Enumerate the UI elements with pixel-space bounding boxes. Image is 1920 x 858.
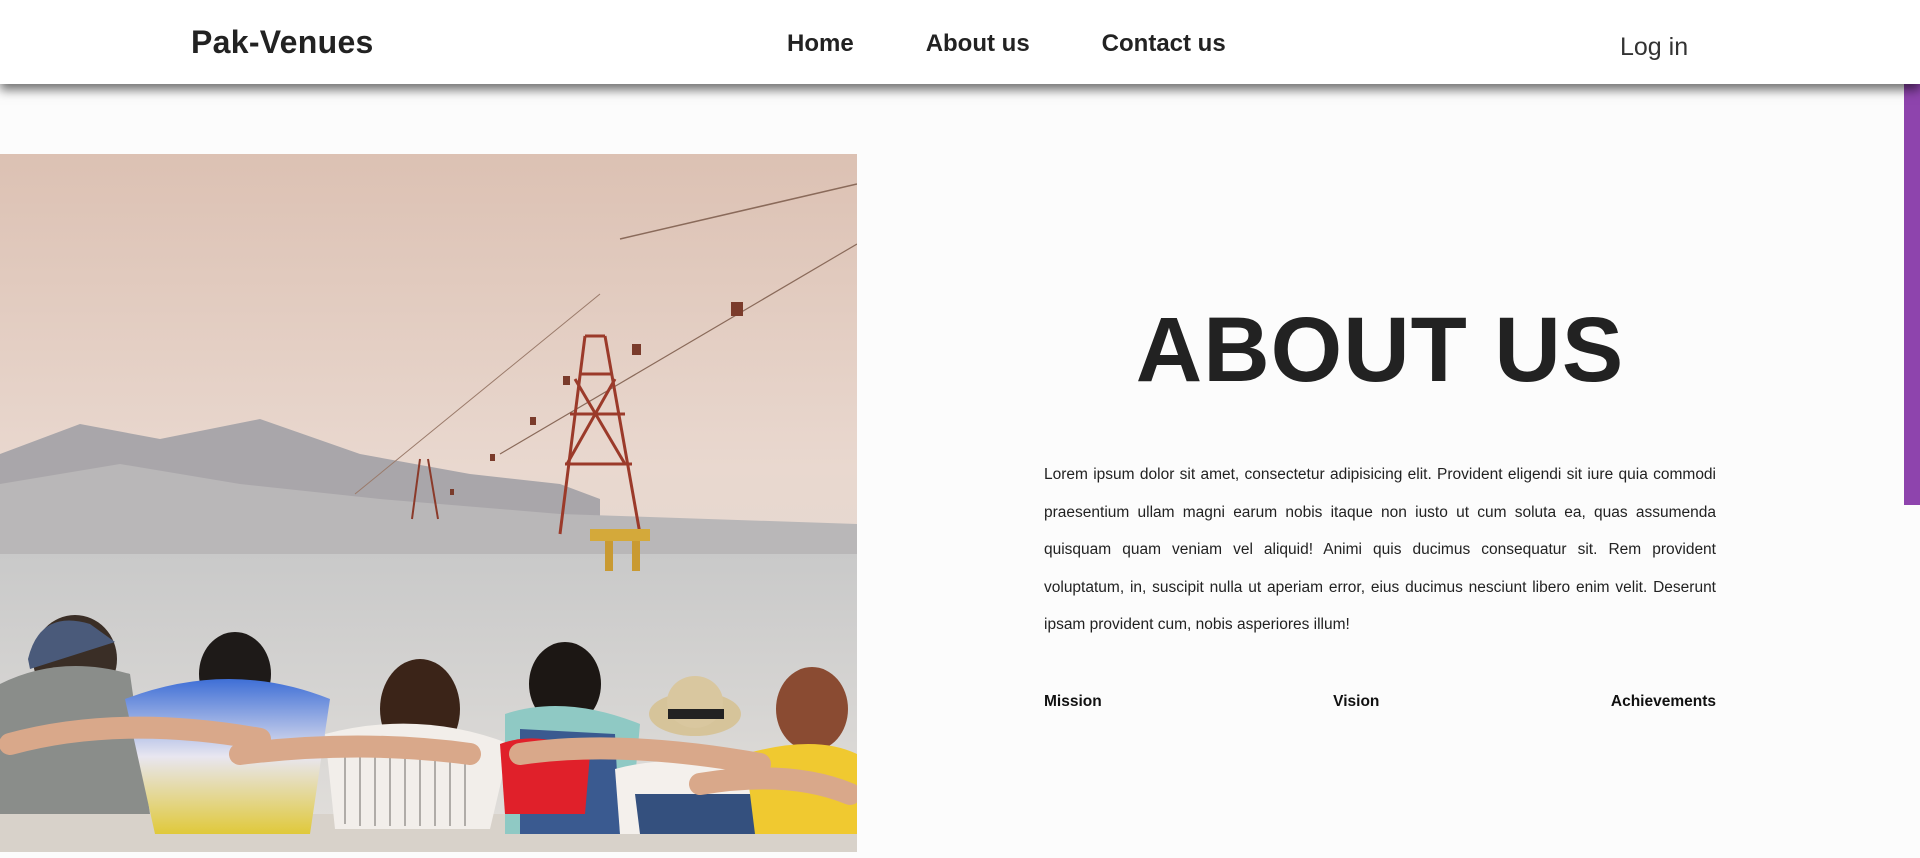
nav-link-contact[interactable]: Contact us	[1102, 30, 1226, 58]
navbar: Pak-Venues Home About us Contact us Log …	[0, 0, 1920, 84]
accent-bar	[1904, 54, 1920, 505]
about-photo	[0, 154, 857, 852]
tab-mission[interactable]: Mission	[1044, 693, 1102, 711]
about-tabs: Mission Vision Achievements	[1044, 693, 1716, 711]
login-link[interactable]: Log in	[1620, 33, 1688, 62]
nav-link-about[interactable]: About us	[926, 30, 1030, 58]
tab-achievements[interactable]: Achievements	[1611, 693, 1716, 711]
friends-by-sea-image	[0, 154, 857, 852]
main-nav: Home About us Contact us	[787, 30, 1298, 58]
about-description: Lorem ipsum dolor sit amet, consectetur …	[1044, 466, 1716, 633]
nav-link-home[interactable]: Home	[787, 30, 854, 58]
tab-vision[interactable]: Vision	[1333, 693, 1379, 711]
brand-logo[interactable]: Pak-Venues	[191, 24, 374, 61]
about-title: ABOUT US	[1135, 299, 1625, 401]
